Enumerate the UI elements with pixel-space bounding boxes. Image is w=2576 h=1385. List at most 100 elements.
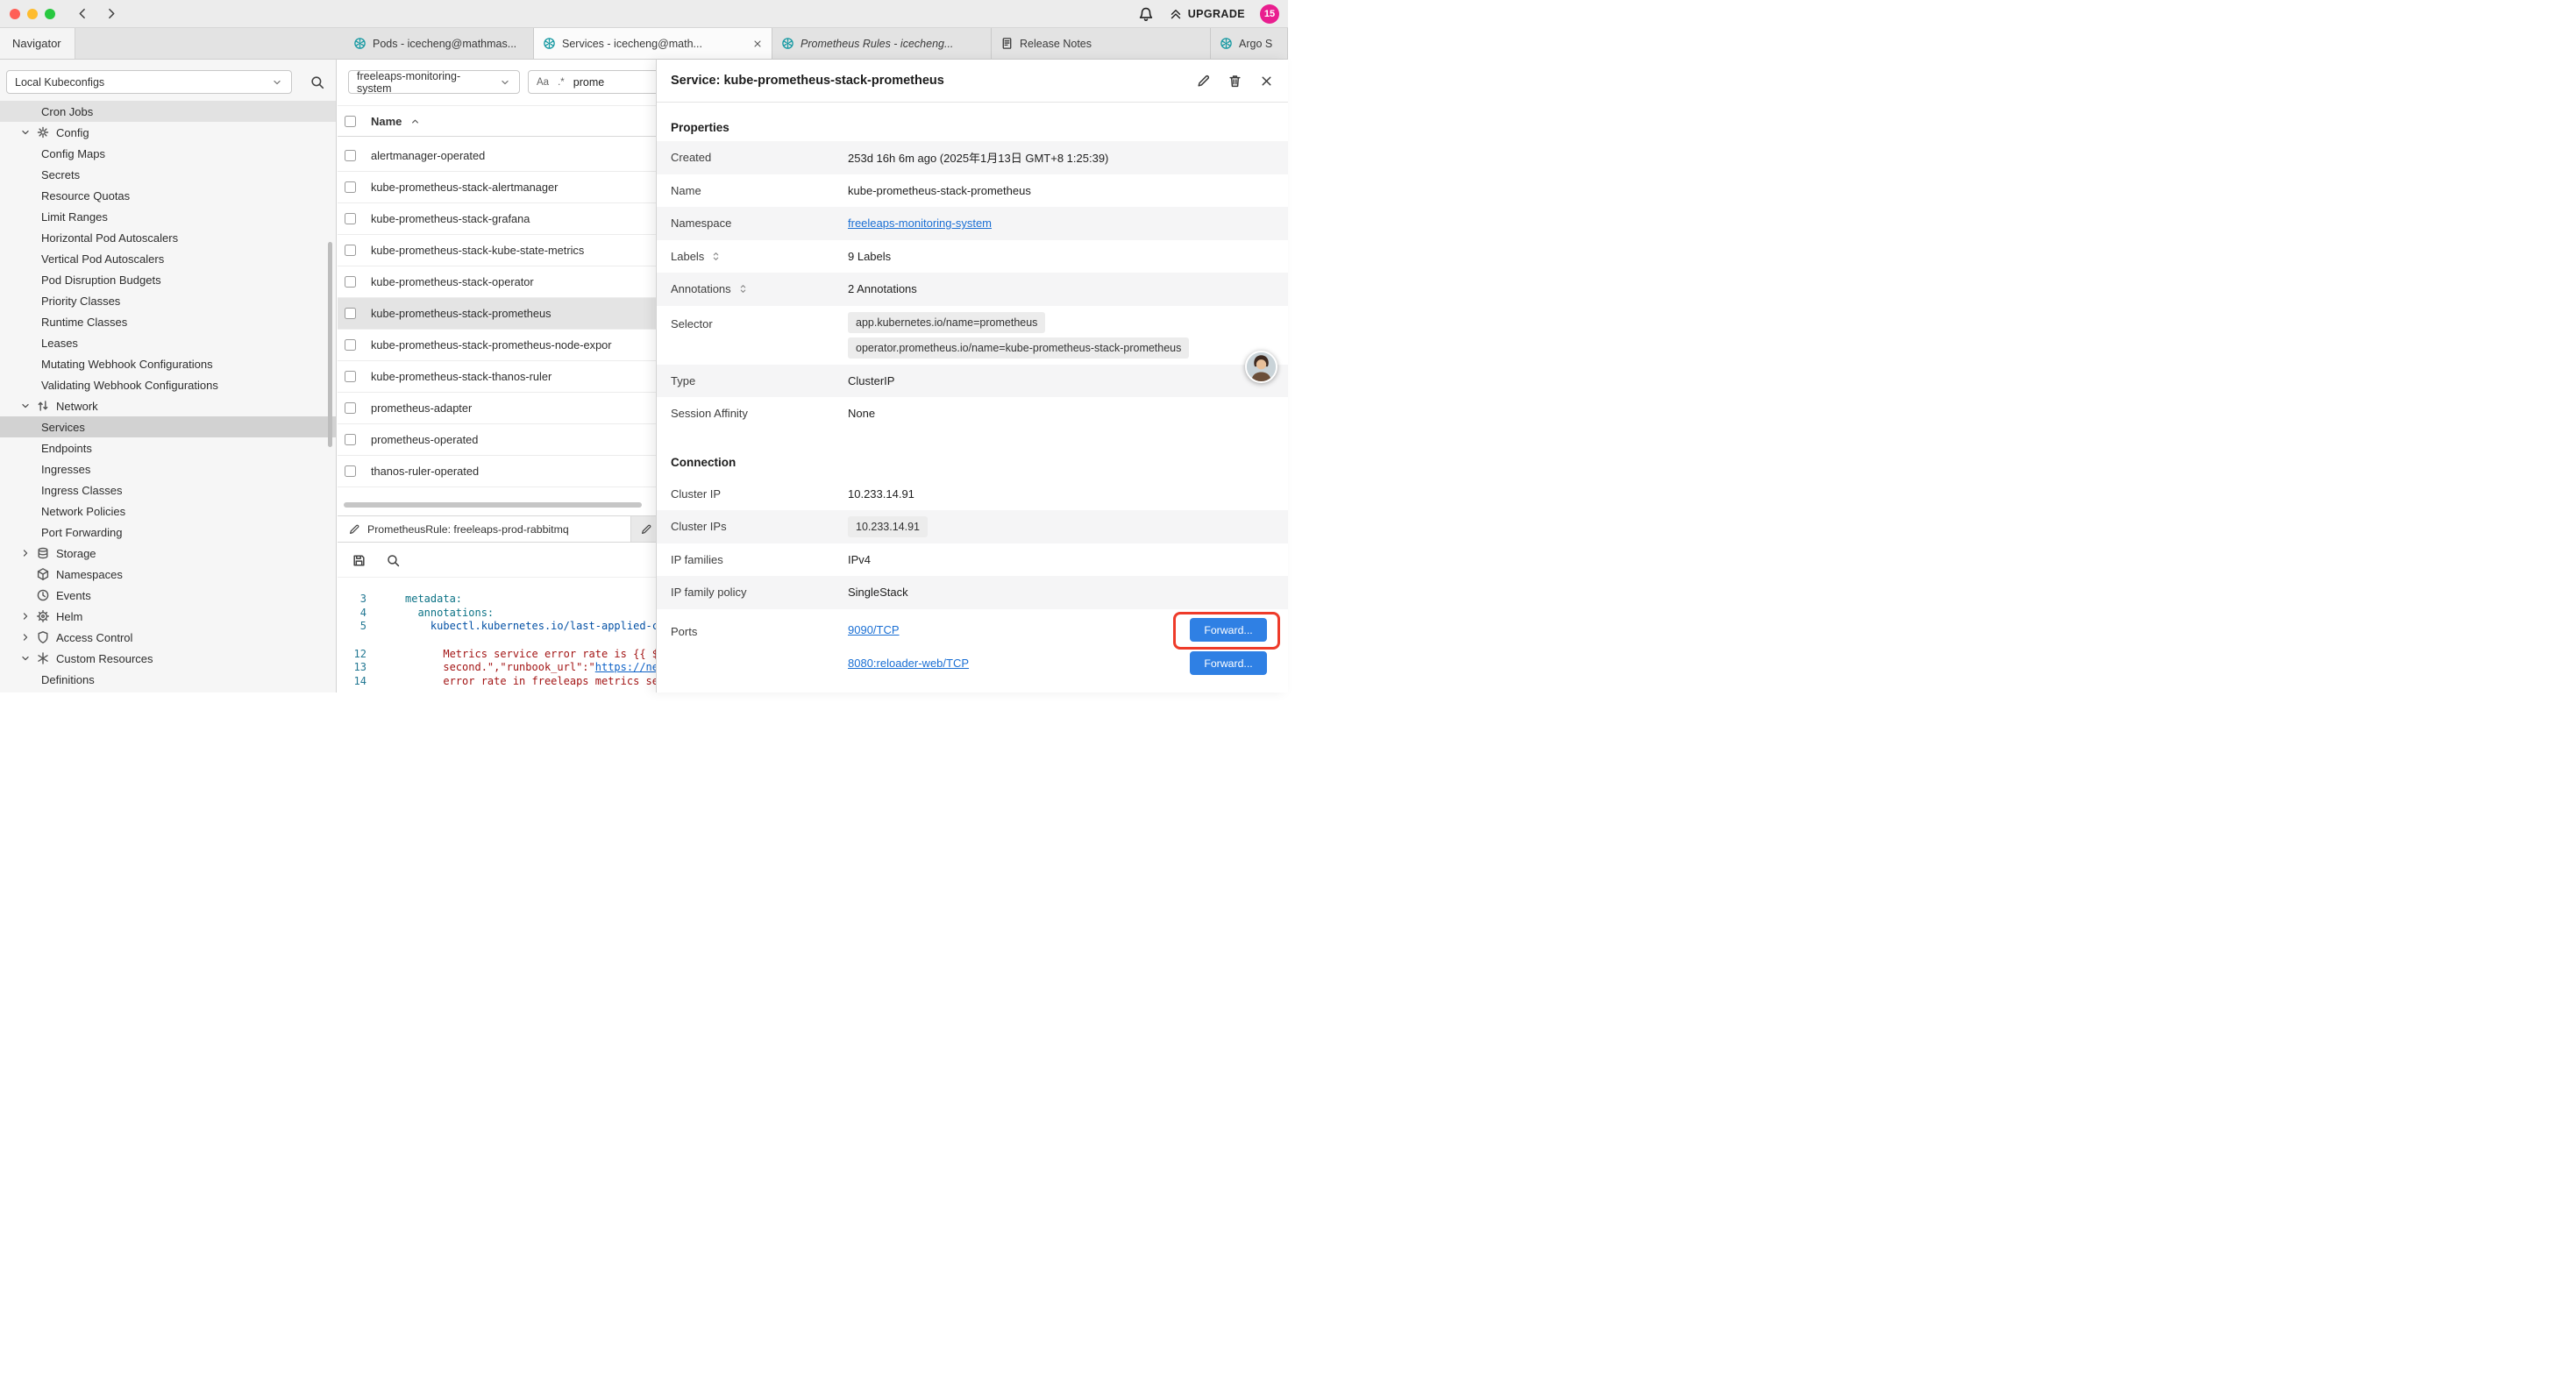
sidebar-item-resource-quotas[interactable]: Resource Quotas bbox=[0, 185, 336, 206]
sidebar-item-services[interactable]: Services bbox=[0, 416, 336, 437]
table-row-kube-prometheus-stack-thanos-ruler[interactable]: kube-prometheus-stack-thanos-ruler bbox=[338, 361, 656, 393]
bell-icon[interactable] bbox=[1138, 6, 1154, 22]
forward-icon[interactable] bbox=[103, 6, 118, 21]
sidebar-item-vertical-pod-autoscalers[interactable]: Vertical Pod Autoscalers bbox=[0, 248, 336, 269]
sort-ascending-icon[interactable] bbox=[409, 116, 421, 127]
table-row-kube-prometheus-stack-kube-state-metrics[interactable]: kube-prometheus-stack-kube-state-metrics bbox=[338, 235, 656, 266]
sidebar-item-ingresses[interactable]: Ingresses bbox=[0, 458, 336, 479]
trash-icon[interactable] bbox=[1228, 74, 1242, 89]
chevron-right-icon[interactable] bbox=[19, 610, 32, 622]
regex-toggle[interactable]: .* bbox=[558, 77, 565, 88]
sidebar-item-mutating-webhook-configurations[interactable]: Mutating Webhook Configurations bbox=[0, 353, 336, 374]
avatar[interactable] bbox=[1245, 351, 1277, 383]
table-row-prometheus-operated[interactable]: prometheus-operated bbox=[338, 424, 656, 456]
row-checkbox[interactable] bbox=[345, 465, 356, 477]
row-checkbox[interactable] bbox=[345, 402, 356, 414]
select-all-checkbox[interactable] bbox=[345, 116, 356, 127]
sidebar-item-endpoints[interactable]: Endpoints bbox=[0, 437, 336, 458]
window-zoom-button[interactable] bbox=[45, 9, 55, 19]
tab-argo-s[interactable]: Argo S bbox=[1211, 28, 1288, 59]
sidebar-item-leases[interactable]: Leases bbox=[0, 332, 336, 353]
row-checkbox[interactable] bbox=[345, 434, 356, 445]
forward-button[interactable]: Forward... bbox=[1190, 651, 1267, 675]
chevron-down-icon[interactable] bbox=[19, 126, 32, 138]
sidebar-item-horizontal-pod-autoscalers[interactable]: Horizontal Pod Autoscalers bbox=[0, 227, 336, 248]
forward-button[interactable]: Forward... bbox=[1190, 618, 1267, 642]
close-icon[interactable] bbox=[1259, 74, 1274, 89]
code-line[interactable]: 13 second.","runbook_url":"https://net bbox=[338, 661, 656, 675]
tab-pods-icecheng-mathmas[interactable]: Pods - icecheng@mathmas... bbox=[345, 28, 534, 59]
sort-updown-icon[interactable] bbox=[737, 283, 749, 295]
code-line[interactable]: 4 annotations: bbox=[338, 607, 656, 621]
table-row-kube-prometheus-stack-prometheus-node-expor[interactable]: kube-prometheus-stack-prometheus-node-ex… bbox=[338, 330, 656, 361]
sort-updown-icon[interactable] bbox=[710, 251, 722, 262]
row-checkbox[interactable] bbox=[345, 181, 356, 193]
row-checkbox[interactable] bbox=[345, 371, 356, 382]
code-line[interactable]: 5 kubectl.kubernetes.io/last-applied-co bbox=[338, 620, 656, 634]
code-line[interactable]: 14 error rate in freeleaps metrics ser bbox=[338, 675, 656, 689]
chevron-right-icon[interactable] bbox=[19, 547, 32, 559]
tab-services-icecheng-math[interactable]: Services - icecheng@math... bbox=[534, 28, 772, 59]
close-icon[interactable] bbox=[752, 39, 763, 49]
sidebar-item-secrets[interactable]: Secrets bbox=[0, 164, 336, 185]
table-row-kube-prometheus-stack-grafana[interactable]: kube-prometheus-stack-grafana bbox=[338, 203, 656, 235]
port-link[interactable]: 9090/TCP bbox=[848, 623, 900, 636]
upgrade-button[interactable]: UPGRADE bbox=[1169, 7, 1245, 21]
table-row-kube-prometheus-stack-prometheus[interactable]: kube-prometheus-stack-prometheus bbox=[338, 298, 656, 330]
sidebar-scrollbar[interactable] bbox=[328, 242, 332, 447]
save-icon[interactable] bbox=[352, 553, 366, 568]
sidebar-item-port-forwarding[interactable]: Port Forwarding bbox=[0, 522, 336, 543]
sidebar-item-network[interactable]: Network bbox=[0, 395, 336, 416]
name-column-header[interactable]: Name bbox=[371, 115, 402, 128]
sidebar-item-storage[interactable]: Storage bbox=[0, 543, 336, 564]
row-checkbox[interactable] bbox=[345, 339, 356, 351]
code-line[interactable]: 3metadata: bbox=[338, 593, 656, 607]
sidebar-item-pod-disruption-budgets[interactable]: Pod Disruption Budgets bbox=[0, 269, 336, 290]
table-row-thanos-ruler-operated[interactable]: thanos-ruler-operated bbox=[338, 456, 656, 487]
sidebar-item-priority-classes[interactable]: Priority Classes bbox=[0, 290, 336, 311]
sidebar-item-cron-jobs[interactable]: Cron Jobs bbox=[0, 101, 336, 122]
row-checkbox[interactable] bbox=[345, 213, 356, 224]
sidebar-item-limit-ranges[interactable]: Limit Ranges bbox=[0, 206, 336, 227]
tab-release-notes[interactable]: Release Notes bbox=[992, 28, 1211, 59]
back-icon[interactable] bbox=[75, 6, 90, 21]
row-checkbox[interactable] bbox=[345, 308, 356, 319]
pencil-icon[interactable] bbox=[1196, 74, 1211, 89]
editor-tab-prometheusrule[interactable]: PrometheusRule: freeleaps-prod-rabbitmq bbox=[338, 516, 631, 542]
sidebar-item-custom-resources[interactable]: Custom Resources bbox=[0, 648, 336, 669]
row-checkbox[interactable] bbox=[345, 150, 356, 161]
navigator-tab[interactable]: Navigator bbox=[0, 28, 75, 59]
sidebar-item-access-control[interactable]: Access Control bbox=[0, 627, 336, 648]
sidebar-item-namespaces[interactable]: Namespaces bbox=[0, 564, 336, 585]
table-row-kube-prometheus-stack-alertmanager[interactable]: kube-prometheus-stack-alertmanager bbox=[338, 172, 656, 203]
table-row-prometheus-adapter[interactable]: prometheus-adapter bbox=[338, 393, 656, 424]
table-row-kube-prometheus-stack-operator[interactable]: kube-prometheus-stack-operator bbox=[338, 266, 656, 298]
sidebar-item-events[interactable]: Events bbox=[0, 585, 336, 606]
row-checkbox[interactable] bbox=[345, 245, 356, 256]
chevron-right-icon[interactable] bbox=[19, 631, 32, 643]
window-close-button[interactable] bbox=[10, 9, 20, 19]
notification-badge[interactable]: 15 bbox=[1260, 4, 1279, 24]
search-icon[interactable] bbox=[386, 553, 401, 568]
kubeconfig-select[interactable]: Local Kubeconfigs bbox=[6, 70, 292, 94]
yaml-editor[interactable]: 3metadata:4 annotations:5 kubectl.kubern… bbox=[338, 578, 656, 692]
code-line[interactable]: 12 Metrics service error rate is {{ $va bbox=[338, 648, 656, 662]
sidebar-item-network-policies[interactable]: Network Policies bbox=[0, 501, 336, 522]
namespace-link[interactable]: freeleaps-monitoring-system bbox=[848, 217, 992, 230]
tab-prometheus-rules-icecheng[interactable]: Prometheus Rules - icecheng... bbox=[772, 28, 992, 59]
sidebar-item-runtime-classes[interactable]: Runtime Classes bbox=[0, 311, 336, 332]
sidebar-item-config-maps[interactable]: Config Maps bbox=[0, 143, 336, 164]
namespace-select[interactable]: freeleaps-monitoring-system bbox=[348, 70, 520, 94]
port-link[interactable]: 8080:reloader-web/TCP bbox=[848, 657, 969, 670]
sidebar-item-validating-webhook-configurations[interactable]: Validating Webhook Configurations bbox=[0, 374, 336, 395]
sidebar-item-config[interactable]: Config bbox=[0, 122, 336, 143]
sidebar-item-definitions[interactable]: Definitions bbox=[0, 669, 336, 690]
window-minimize-button[interactable] bbox=[27, 9, 38, 19]
sidebar-item-helm[interactable]: Helm bbox=[0, 606, 336, 627]
chevron-down-icon[interactable] bbox=[19, 400, 32, 412]
match-case-toggle[interactable]: Aa bbox=[537, 77, 549, 88]
filter-input[interactable]: Aa .* prome bbox=[528, 70, 656, 94]
search-icon[interactable] bbox=[310, 75, 325, 90]
table-row-alertmanager-operated[interactable]: alertmanager-operated bbox=[338, 140, 656, 172]
sidebar-item-ingress-classes[interactable]: Ingress Classes bbox=[0, 479, 336, 501]
